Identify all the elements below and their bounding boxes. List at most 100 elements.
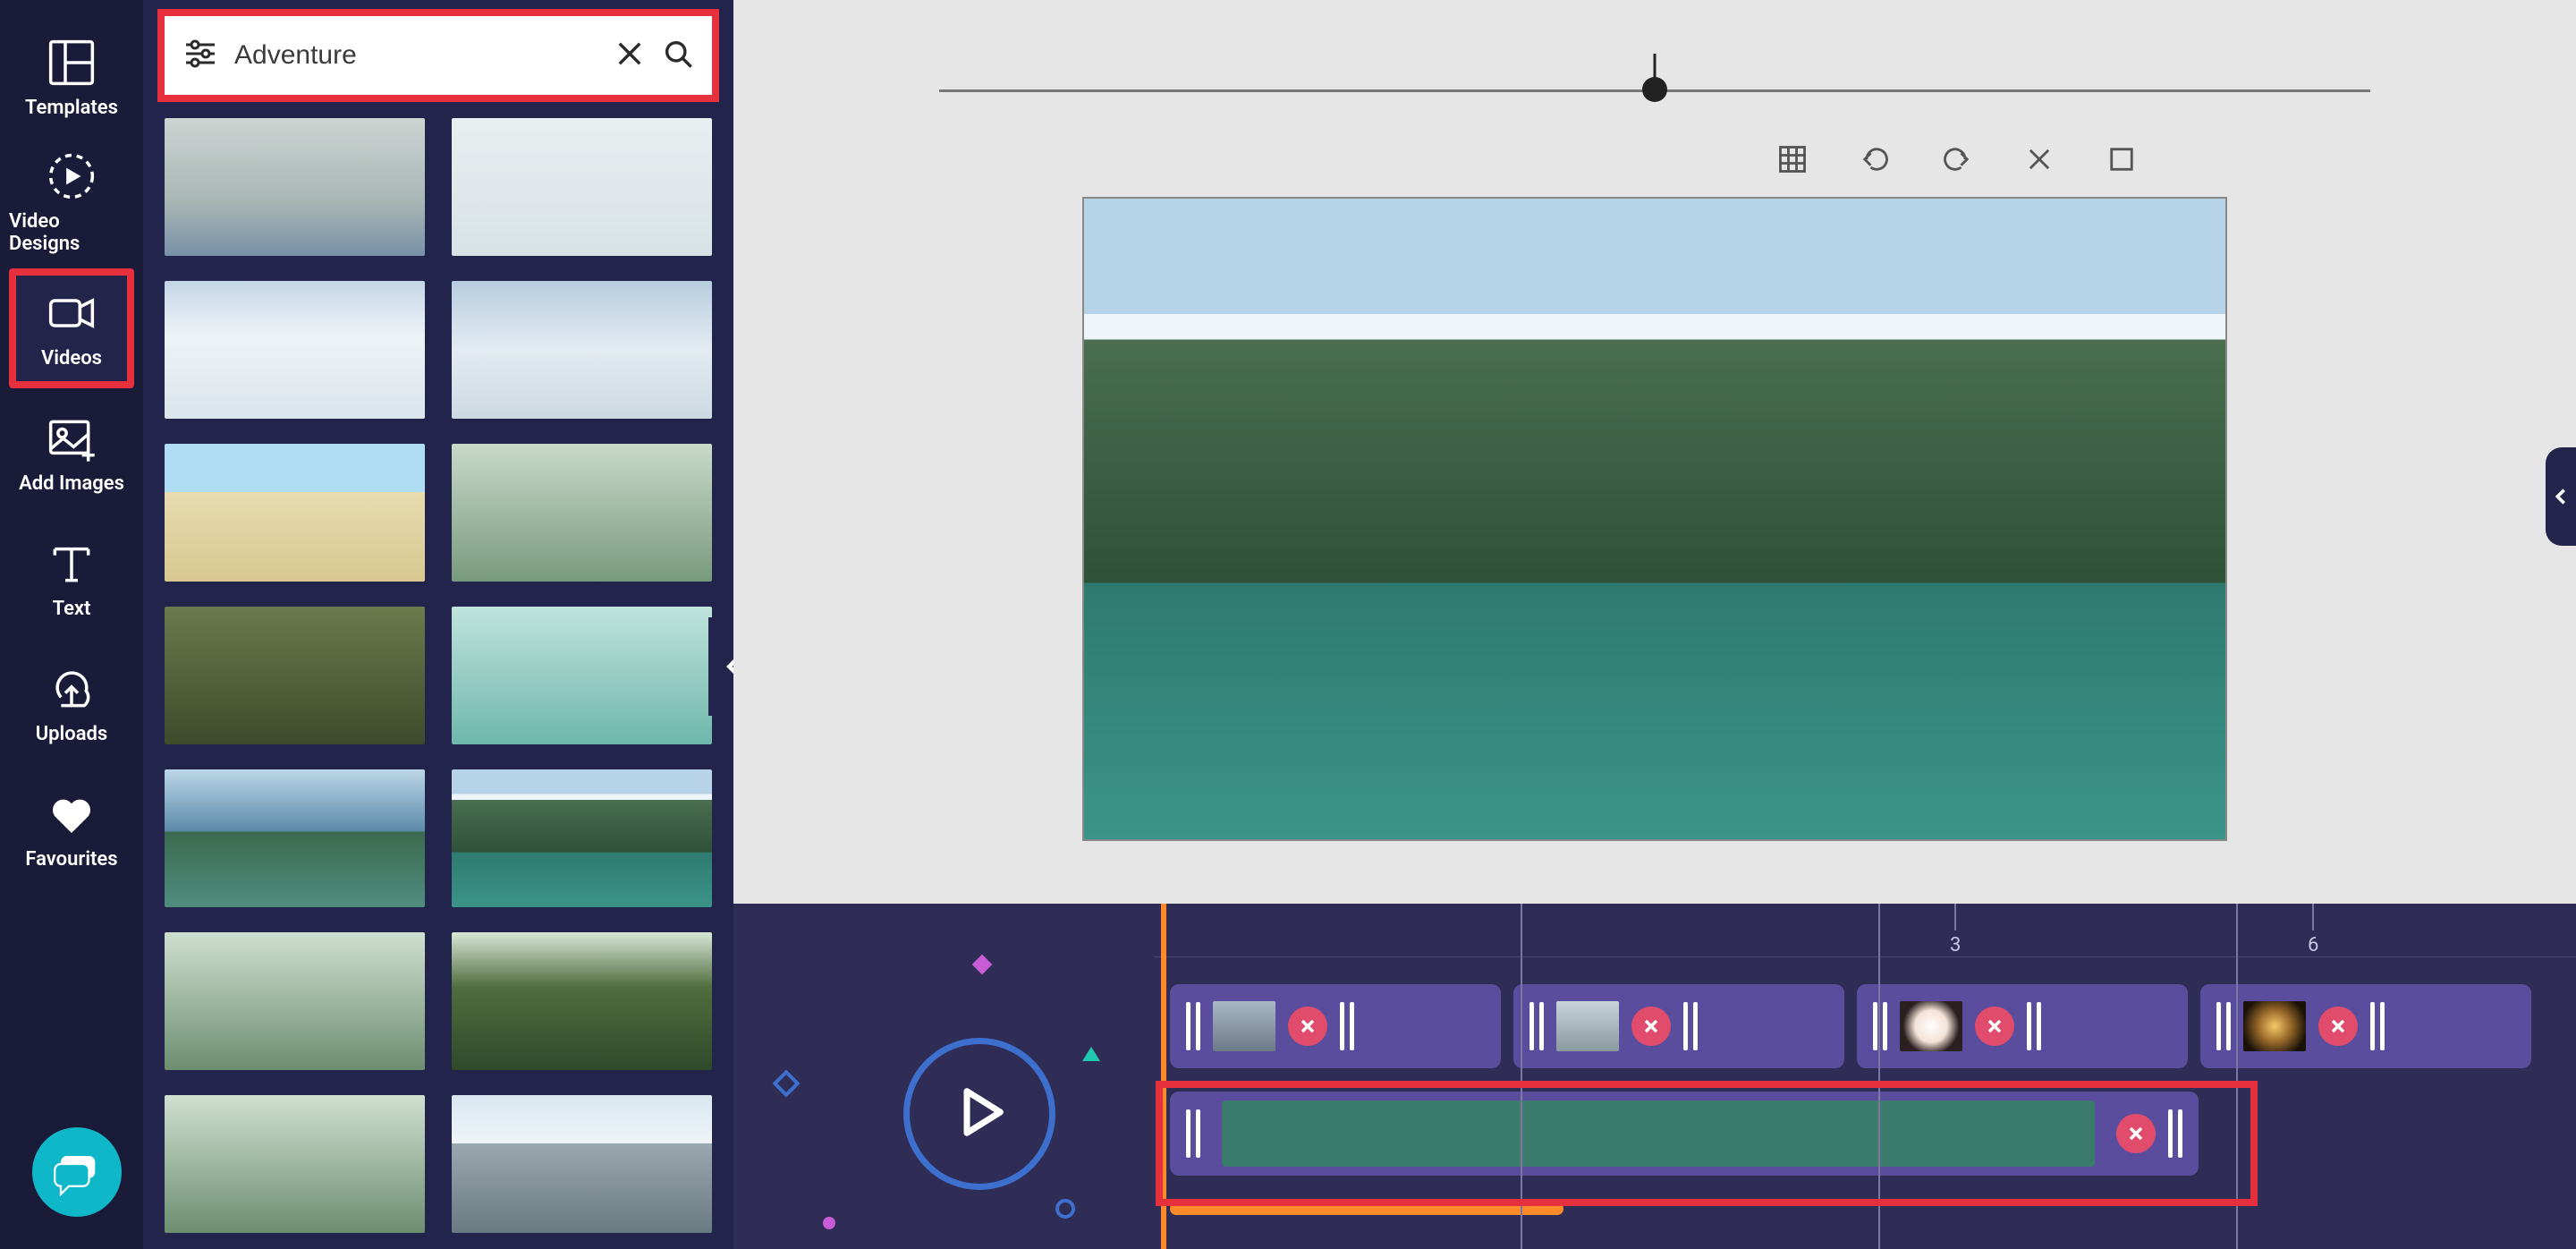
scene-divider: [1521, 904, 1522, 1249]
clip-grip-left[interactable]: [1873, 1002, 1887, 1050]
filmstrip-frame: [1746, 1100, 1920, 1167]
canvas-zone: [733, 0, 2576, 904]
nav-templates[interactable]: Templates: [9, 18, 134, 138]
fullscreen-icon[interactable]: [2106, 143, 2138, 179]
clip-thumbnail: [1213, 1001, 1275, 1051]
nav-videos[interactable]: Videos: [9, 268, 134, 388]
clip-thumbnail: [2243, 1001, 2306, 1051]
video-designs-icon: [47, 151, 97, 201]
clip-delete-button[interactable]: [1975, 1007, 2014, 1046]
clip-grip-left[interactable]: [2216, 1002, 2231, 1050]
clip-grip-left[interactable]: [1530, 1002, 1544, 1050]
grid-icon[interactable]: [1776, 143, 1809, 179]
video-thumb-mountain-lake[interactable]: [452, 769, 712, 907]
play-icon: [948, 1081, 1011, 1147]
text-icon: [47, 539, 97, 589]
deco-diamond-outline: [772, 1069, 800, 1097]
filmstrip-frame: [1222, 1100, 1396, 1167]
video-thumb-stretch-forest[interactable]: [165, 932, 425, 1070]
filmstrip-frame: [1571, 1100, 1745, 1167]
clip-thumbnail: [1900, 1001, 1962, 1051]
clip-delete-button[interactable]: [2116, 1114, 2156, 1153]
videos-icon: [47, 288, 97, 338]
close-icon[interactable]: [2023, 143, 2055, 179]
clip-grip-right[interactable]: [2370, 1002, 2385, 1050]
deco-triangle: [1082, 1047, 1100, 1061]
nav-favourites[interactable]: Favourites: [9, 769, 134, 889]
video-thumb-ocean-waves[interactable]: [165, 118, 425, 256]
video-preview[interactable]: [1082, 197, 2227, 841]
nav-add-images[interactable]: Add Images: [9, 394, 134, 514]
ruler-mark: 6: [2308, 904, 2318, 956]
timeline-clip-4[interactable]: [2200, 984, 2531, 1068]
undo-icon[interactable]: [1859, 143, 1891, 179]
timeline-track-2: [1170, 1092, 2199, 1176]
ruler-mark: 3: [1950, 904, 1961, 956]
nav-uploads[interactable]: Uploads: [9, 644, 134, 764]
canvas-toolbar: [1776, 143, 2138, 179]
main-area: 36912: [733, 0, 2576, 1249]
video-thumb-beach-walker[interactable]: [165, 444, 425, 582]
timeline-clip-main[interactable]: [1170, 1092, 2199, 1176]
clear-icon[interactable]: [614, 38, 646, 73]
timeline: 36912: [733, 904, 2576, 1249]
favourites-icon: [47, 789, 97, 839]
video-thumb-snow-skier[interactable]: [452, 118, 712, 256]
clip-grip-right[interactable]: [2168, 1109, 2182, 1158]
video-thumb-calm-water[interactable]: [452, 607, 712, 744]
clip-grip-right[interactable]: [1340, 1002, 1354, 1050]
clip-grip-left[interactable]: [1186, 1002, 1200, 1050]
uploads-icon: [47, 664, 97, 714]
timeline-clip-2[interactable]: [1513, 984, 1844, 1068]
clip-delete-button[interactable]: [2318, 1007, 2358, 1046]
timeline-ruler[interactable]: 36912: [1154, 904, 2576, 957]
scrubber-knob[interactable]: [1642, 77, 1667, 102]
clip-grip-left[interactable]: [1186, 1109, 1200, 1158]
timeline-track-1: [1170, 984, 2531, 1068]
search-icon[interactable]: [662, 38, 694, 73]
scene-divider: [2236, 904, 2238, 1249]
nav-label: Uploads: [36, 723, 108, 745]
nav-label: Add Images: [19, 472, 124, 495]
expand-right-panel[interactable]: [2546, 447, 2576, 546]
play-button[interactable]: [877, 1011, 1082, 1217]
video-thumb-lake-shore[interactable]: [165, 769, 425, 907]
filmstrip-frame: [1920, 1100, 2095, 1167]
video-thumb-camping-tent[interactable]: [165, 607, 425, 744]
chat-help-button[interactable]: [32, 1127, 122, 1217]
filter-icon[interactable]: [182, 36, 218, 75]
timeline-zoom-scrollbar[interactable]: [1170, 1202, 1563, 1215]
video-thumb-forest-group[interactable]: [452, 932, 712, 1070]
nav-label: Video Designs: [9, 210, 134, 255]
video-thumb-yoga-forest[interactable]: [165, 1095, 425, 1233]
filmstrip-frame: [1396, 1100, 1571, 1167]
timeline-clip-3[interactable]: [1857, 984, 2188, 1068]
playhead[interactable]: [1161, 904, 1166, 1249]
clip-grip-right[interactable]: [1683, 1002, 1698, 1050]
search-input[interactable]: [234, 40, 597, 71]
video-thumb-snow-dogsled[interactable]: [165, 281, 425, 419]
clip-grip-right[interactable]: [2027, 1002, 2041, 1050]
templates-icon: [47, 38, 97, 88]
nav-video-designs[interactable]: Video Designs: [9, 143, 134, 263]
nav-text[interactable]: Text: [9, 519, 134, 639]
clip-delete-button[interactable]: [1288, 1007, 1327, 1046]
video-thumb-runners-forest[interactable]: [452, 444, 712, 582]
nav-label: Templates: [25, 97, 118, 119]
nav-label: Favourites: [25, 848, 117, 871]
add-images-icon: [47, 413, 97, 463]
scene-divider: [1878, 904, 1880, 1249]
media-panel: [143, 0, 733, 1249]
clip-thumbnail: [1556, 1001, 1619, 1051]
video-thumb-skier-closeup[interactable]: [452, 281, 712, 419]
deco-diamond: [972, 955, 993, 975]
redo-icon[interactable]: [1941, 143, 1973, 179]
video-thumb-snow-mountains[interactable]: [452, 1095, 712, 1233]
clip-delete-button[interactable]: [1631, 1007, 1671, 1046]
clip-filmstrip: [1222, 1100, 2095, 1167]
timeline-scrubber[interactable]: [939, 54, 2370, 107]
timeline-clip-1[interactable]: [1170, 984, 1501, 1068]
left-nav-rail: Templates Video Designs Videos Add Image…: [0, 0, 143, 1249]
nav-label: Text: [53, 598, 91, 620]
video-thumbnail-grid: [143, 118, 733, 1249]
